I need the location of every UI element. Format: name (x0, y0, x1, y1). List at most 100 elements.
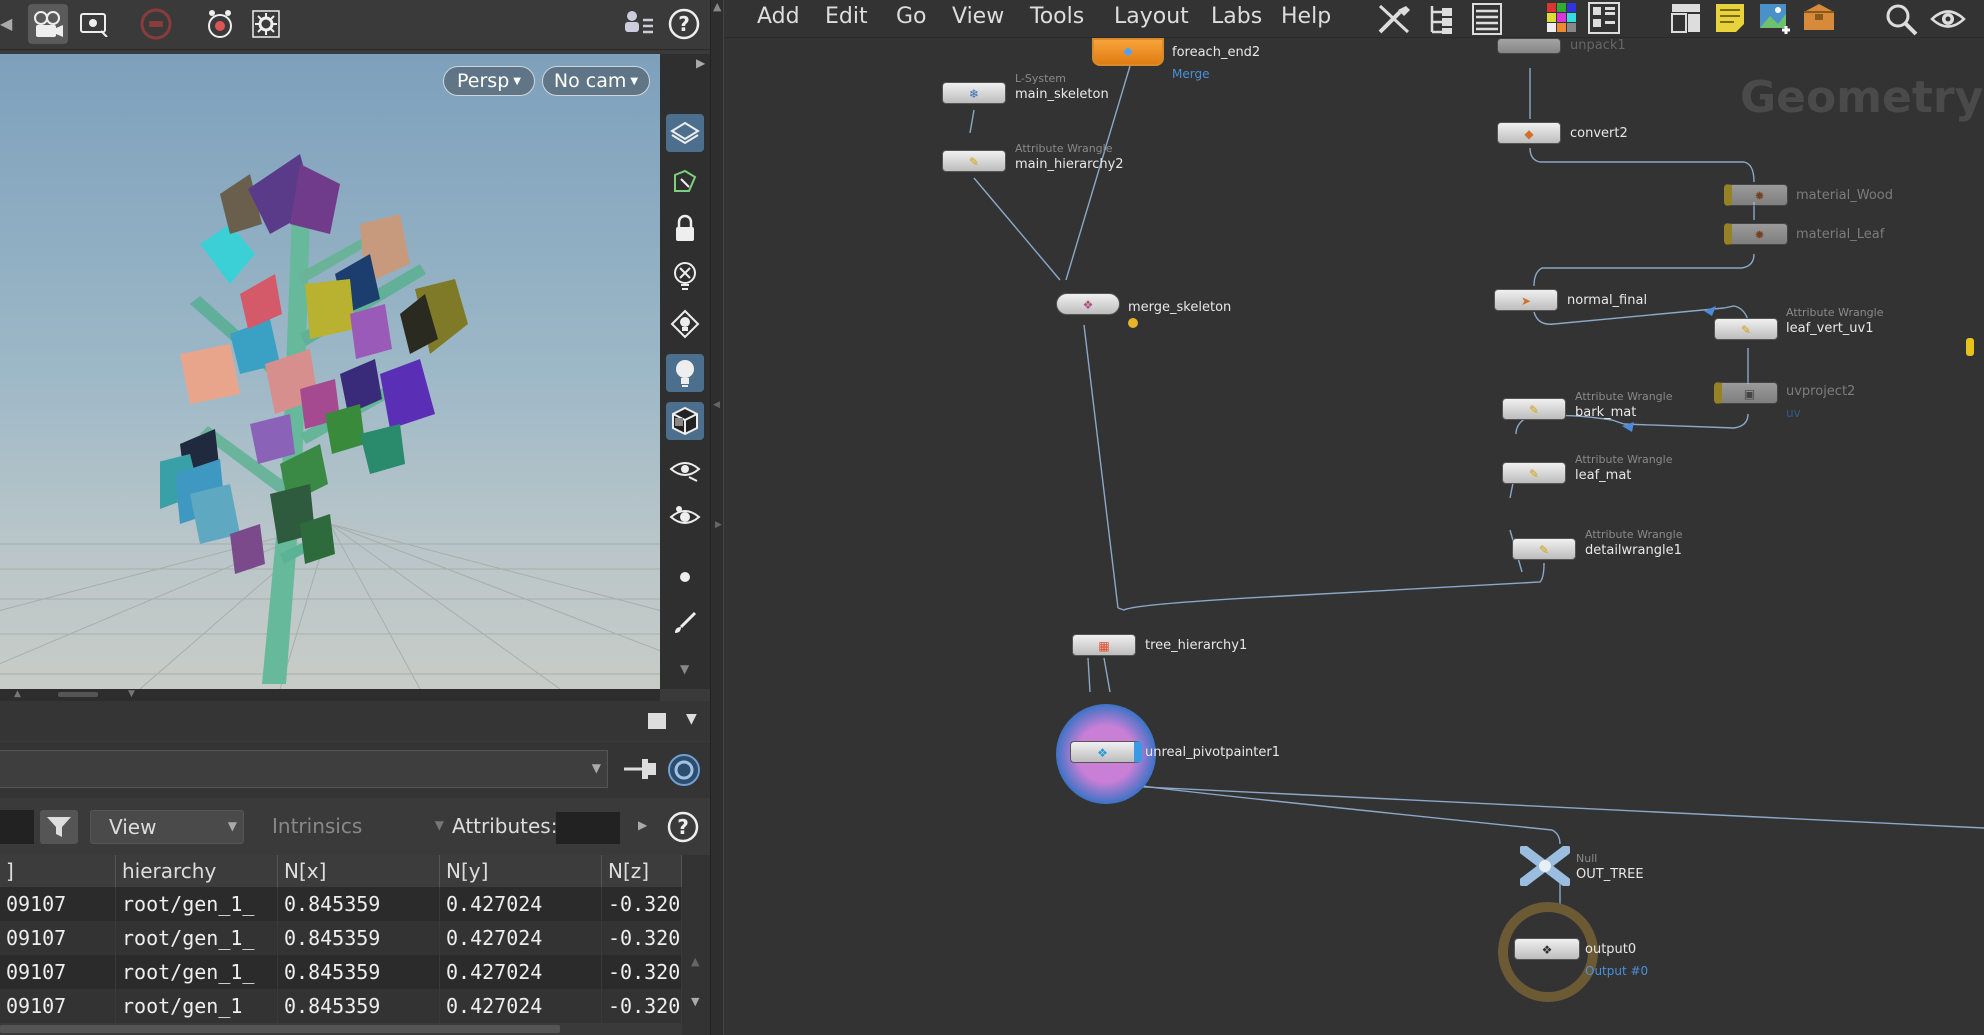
scrub-handle[interactable] (58, 692, 98, 697)
filter-icon[interactable] (40, 810, 78, 844)
wrench-icon[interactable] (1376, 2, 1412, 40)
camera-icon[interactable] (28, 4, 68, 44)
null-node-icon[interactable] (1519, 845, 1571, 890)
scroll-up-icon[interactable]: ▲ (14, 689, 21, 699)
pin-icon[interactable] (622, 754, 658, 788)
split-arrow-icon[interactable]: ▶ (715, 520, 722, 530)
node-main-hierarchy2[interactable]: ✎ (942, 150, 1006, 172)
palette-icon[interactable] (1546, 2, 1578, 38)
menu-view[interactable]: View (952, 4, 1004, 29)
box-icon[interactable] (1802, 2, 1836, 38)
node-tree-hierarchy1[interactable]: ▦ (1072, 634, 1136, 656)
lock-icon[interactable] (666, 210, 704, 248)
help-icon[interactable]: ? (664, 4, 704, 44)
collapse-arrow-icon[interactable]: ▲ (713, 0, 721, 13)
network-canvas[interactable]: Geometry ◆ foreach_end2 Merge ❄ L-System… (724, 38, 1984, 1035)
help-icon[interactable]: ? (666, 810, 700, 848)
column-header[interactable]: N[z] (602, 855, 682, 887)
viewport-scrub-bar[interactable]: ▲ ▼ (0, 689, 660, 701)
camera-eye-icon[interactable] (666, 498, 704, 536)
menu-go[interactable]: Go (896, 4, 927, 29)
table-hscrollbar[interactable] (0, 1023, 682, 1035)
stop-icon[interactable] (136, 4, 176, 44)
table-scrollbar[interactable]: ▲ ▼ (682, 855, 710, 1035)
table-row[interactable]: 09107 root/gen_1 0.845359 0.427024 -0.32… (0, 989, 682, 1023)
image-icon[interactable] (1758, 2, 1792, 38)
ghost-icon[interactable] (666, 258, 704, 296)
menu-edit[interactable]: Edit (825, 4, 868, 29)
toolbar-arrow-icon[interactable]: ◀ (0, 14, 12, 34)
brush-icon[interactable] (666, 604, 704, 642)
headlight-icon[interactable] (666, 306, 704, 344)
link-icon[interactable] (666, 752, 702, 792)
eye-icon[interactable] (1930, 2, 1966, 40)
visibility-icon[interactable] (666, 450, 704, 488)
render-icon[interactable] (200, 4, 240, 44)
camera-dropdown[interactable]: No cam ▼ (542, 66, 650, 96)
tree-icon[interactable] (1428, 2, 1456, 40)
node-leaf-mat[interactable]: ✎ (1502, 462, 1566, 484)
point-icon[interactable] (666, 558, 704, 596)
search-icon[interactable] (1884, 2, 1918, 40)
collapse-arrow-icon[interactable]: ▶ (696, 56, 705, 70)
attributes-input[interactable] (556, 812, 620, 844)
scroll-down-icon[interactable]: ▼ (128, 689, 135, 699)
chevron-down-icon[interactable]: ▼ (686, 711, 697, 727)
display-icon[interactable] (74, 4, 114, 44)
spreadsheet-toolbar: View ▼ Intrinsics ▼ Attributes: ▶ ? (0, 798, 710, 854)
node-unpack1[interactable] (1497, 38, 1561, 54)
split-arrow-icon[interactable]: ◀ (713, 400, 720, 410)
path-dropdown[interactable]: ▼ (0, 750, 608, 788)
node-normal-final[interactable]: ➤ (1494, 289, 1558, 311)
table-row[interactable]: 09107 root/gen_1_ 0.845359 0.427024 -0.3… (0, 921, 682, 955)
node-foreach-end2[interactable]: ◆ (1092, 38, 1164, 66)
menu-help[interactable]: Help (1281, 4, 1331, 29)
light-bulb-icon[interactable] (666, 354, 704, 392)
strip-scroll-down-icon[interactable]: ▼ (680, 662, 689, 676)
pane-divider[interactable]: ▲ ◀ ▶ (710, 0, 724, 1035)
snap-icon[interactable] (666, 162, 704, 200)
node-detailwrangle1[interactable]: ✎ (1512, 538, 1576, 560)
network-editor[interactable]: Add Edit Go View Tools Layout Labs Help (724, 0, 1984, 1035)
hscroll-handle[interactable] (0, 1025, 560, 1033)
node-merge-skeleton[interactable]: ❖ (1056, 293, 1120, 315)
square-icon[interactable] (648, 713, 666, 729)
intrinsics-dropdown[interactable]: Intrinsics ▼ (256, 810, 450, 844)
sticky-note-icon[interactable] (1714, 2, 1746, 38)
svg-text:?: ? (677, 815, 689, 839)
geometry-spreadsheet[interactable]: ] hierarchy N[x] N[y] N[z] ▲ ▼ 09107 roo… (0, 855, 710, 1035)
column-header[interactable]: N[y] (440, 855, 602, 887)
table-row[interactable]: 09107 root/gen_1_ 0.845359 0.427024 -0.3… (0, 887, 682, 921)
users-icon[interactable] (618, 4, 658, 44)
shading-cube-icon[interactable] (666, 402, 704, 440)
camera-view-dropdown[interactable]: Persp ▼ (443, 66, 535, 96)
node-unreal-pivotpainter1[interactable]: ❖ (1070, 741, 1142, 763)
menu-add[interactable]: Add (757, 4, 800, 29)
table-row[interactable]: 09107 root/gen_1_ 0.845359 0.427024 -0.3… (0, 955, 682, 989)
play-arrow-icon[interactable]: ▶ (638, 818, 647, 832)
menu-labs[interactable]: Labs (1211, 4, 1262, 29)
node-bark-mat[interactable]: ✎ (1502, 398, 1566, 420)
node-uvproject2[interactable]: ▣ (1714, 382, 1778, 404)
search-field[interactable] (0, 810, 34, 844)
node-material-wood[interactable]: ✹ (1724, 184, 1788, 206)
menu-layout[interactable]: Layout (1114, 4, 1189, 29)
network-box-icon[interactable] (1670, 2, 1702, 38)
node-material-leaf[interactable]: ✹ (1724, 223, 1788, 245)
column-header[interactable]: hierarchy (116, 855, 278, 887)
scroll-down-icon[interactable]: ▼ (691, 995, 699, 1008)
node-main-skeleton[interactable]: ❄ (942, 82, 1006, 104)
grid-icon[interactable] (1588, 2, 1620, 38)
scene-viewport[interactable]: Persp ▼ No cam ▼ (0, 54, 660, 689)
node-output0[interactable]: ❖ (1514, 938, 1580, 960)
view-dropdown[interactable]: View ▼ (90, 810, 244, 844)
grid-plane-icon[interactable] (666, 114, 704, 152)
scroll-up-icon[interactable]: ▲ (691, 955, 699, 968)
menu-tools[interactable]: Tools (1030, 4, 1084, 29)
column-header[interactable]: ] (0, 855, 116, 887)
node-convert2[interactable]: ◆ (1497, 122, 1561, 144)
list-icon[interactable] (1472, 2, 1502, 40)
column-header[interactable]: N[x] (278, 855, 440, 887)
gear-icon[interactable] (246, 4, 286, 44)
node-leaf-vert-uv1[interactable]: ✎ (1714, 318, 1778, 340)
